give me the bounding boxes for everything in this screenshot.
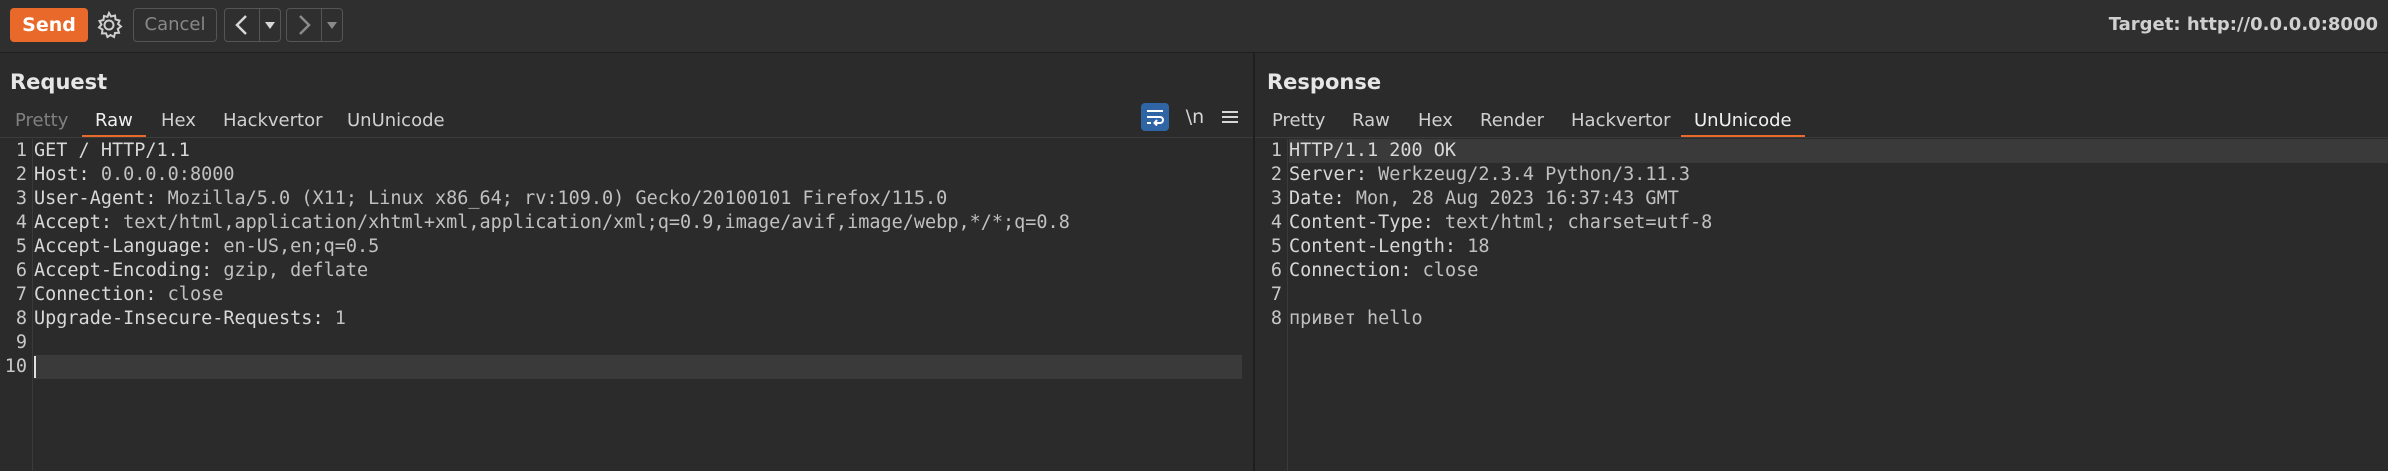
line-number: 10 [4, 356, 27, 377]
header-value: gzip, deflate [212, 260, 369, 281]
request-line: GET / HTTP/1.1 [34, 140, 190, 161]
tab-ununicode[interactable]: UnUnicode [1681, 105, 1805, 137]
line-number: 9 [15, 332, 27, 353]
header-value: Mozilla/5.0 (X11; Linux x86_64; rv:109.0… [156, 188, 948, 209]
menu-icon[interactable] [1218, 103, 1242, 131]
tab-separator [1255, 137, 2388, 138]
line-number: 1 [15, 140, 27, 161]
forward-history-dropdown[interactable] [322, 9, 342, 41]
header-name: Server: [1289, 164, 1367, 185]
code-text: Accept-Language: en-US,en;q=0.5 [34, 235, 379, 259]
back-button[interactable] [225, 9, 260, 41]
header-value: close [1411, 260, 1479, 281]
header-value: text/html,application/xhtml+xml,applicat… [111, 212, 1070, 233]
line-number: 6 [1270, 260, 1282, 281]
tab-pretty[interactable]: Pretty [2, 105, 81, 137]
code-text: Host: 0.0.0.0:8000 [34, 163, 235, 187]
line-number: 8 [15, 308, 27, 329]
header-value: en-US,en;q=0.5 [212, 236, 380, 257]
line-number: 7 [1270, 284, 1282, 305]
header-value: 1 [323, 308, 346, 329]
request-editor[interactable]: 1 GET / HTTP/1.1 2 Host: 0.0.0.0:8000 3 Use… [0, 139, 1253, 471]
line-number: 6 [15, 260, 27, 281]
header-name: Host: [34, 164, 90, 185]
header-name: Connection: [1289, 260, 1412, 281]
send-button[interactable]: Send [10, 8, 88, 42]
request-pane: Request Pretty Raw Hex Hackvertor UnUnic… [0, 53, 1253, 471]
code-text: Accept-Encoding: gzip, deflate [34, 259, 368, 283]
tab-hackvertor[interactable]: Hackvertor [1558, 105, 1683, 137]
header-name: User-Agent: [34, 188, 157, 209]
target-host[interactable]: Target: http://0.0.0.0:8000 [2109, 14, 2378, 35]
code-text: Accept: text/html,application/xhtml+xml,… [34, 211, 1070, 235]
line-number: 8 [1270, 308, 1282, 329]
line-number: 1 [1270, 140, 1282, 161]
tab-render[interactable]: Render [1467, 105, 1557, 137]
header-value: text/html; charset=utf-8 [1433, 212, 1713, 233]
tab-ununicode[interactable]: UnUnicode [334, 105, 458, 137]
dropdown-arrow-icon [265, 22, 275, 29]
header-name: Connection: [34, 284, 157, 305]
response-pane: Response Pretty Raw Hex Render Hackverto… [1255, 53, 2388, 471]
response-title: Response [1267, 70, 1382, 94]
header-name: Date: [1289, 188, 1345, 209]
tab-separator [0, 137, 1253, 138]
tab-hex[interactable]: Hex [1405, 105, 1466, 137]
back-history-group [224, 8, 281, 42]
cancel-button[interactable]: Cancel [133, 8, 217, 42]
header-value: close [156, 284, 224, 305]
response-body: привет hello [1289, 308, 1423, 329]
code-text: User-Agent: Mozilla/5.0 (X11; Linux x86_… [34, 187, 947, 211]
header-name: Accept-Encoding: [34, 260, 213, 281]
request-title: Request [10, 70, 108, 94]
line-number: 3 [15, 188, 27, 209]
tab-raw[interactable]: Raw [82, 105, 146, 137]
code-text: Connection: close [34, 283, 223, 307]
tab-pretty[interactable]: Pretty [1259, 105, 1338, 137]
top-toolbar: Send Cancel Target: http://0.0.0.0:8000 [0, 0, 2388, 53]
line-number: 2 [1270, 164, 1282, 185]
line-number: 5 [15, 236, 27, 257]
line-number: 5 [1270, 236, 1282, 257]
header-name: Upgrade-Insecure-Requests: [34, 308, 324, 329]
chevron-left-icon [235, 15, 247, 35]
newline-toggle-icon[interactable]: \n [1180, 103, 1210, 131]
current-line-highlight [34, 355, 1242, 379]
text-caret [34, 356, 36, 378]
chevron-right-icon [299, 15, 311, 35]
header-name: Content-Length: [1289, 236, 1457, 257]
response-editor[interactable]: 1 HTTP/1.1 200 OK 2 Server: Werkzeug/2.3.4… [1255, 139, 2388, 471]
wrap-lines-icon[interactable] [1141, 103, 1169, 131]
status-line: HTTP/1.1 200 OK [1289, 140, 1457, 161]
forward-history-group [286, 8, 343, 42]
header-name: Accept: [34, 212, 112, 233]
header-value: Werkzeug/2.3.4 Python/3.11.3 [1366, 164, 1690, 185]
code-text: Server: Werkzeug/2.3.4 Python/3.11.3 [1289, 163, 1690, 187]
header-value: Mon, 28 Aug 2023 16:37:43 GMT [1344, 188, 1679, 209]
tab-hackvertor[interactable]: Hackvertor [210, 105, 335, 137]
tab-raw[interactable]: Raw [1339, 105, 1403, 137]
header-name: Accept-Language: [34, 236, 213, 257]
line-number: 2 [15, 164, 27, 185]
tab-hex[interactable]: Hex [148, 105, 209, 137]
settings-gear-icon[interactable] [94, 10, 124, 40]
code-text: GET / HTTP/1.1 [34, 139, 190, 163]
forward-button[interactable] [287, 9, 322, 41]
code-text: Content-Length: 18 [1289, 235, 1490, 259]
line-number: 4 [1270, 212, 1282, 233]
code-text: Date: Mon, 28 Aug 2023 16:37:43 GMT [1289, 187, 1679, 211]
line-number: 7 [15, 284, 27, 305]
header-value: 0.0.0.0:8000 [89, 164, 235, 185]
back-history-dropdown[interactable] [260, 9, 280, 41]
code-text: Content-Type: text/html; charset=utf-8 [1289, 211, 1712, 235]
code-text: HTTP/1.1 200 OK [1289, 139, 1456, 163]
code-text: Connection: close [1289, 259, 1478, 283]
line-number: 4 [15, 212, 27, 233]
code-text: Upgrade-Insecure-Requests: 1 [34, 307, 346, 331]
dropdown-arrow-icon [327, 22, 337, 29]
header-name: Content-Type: [1289, 212, 1434, 233]
code-text: привет hello [1289, 307, 1423, 331]
line-number: 3 [1270, 188, 1282, 209]
header-value: 18 [1456, 236, 1490, 257]
